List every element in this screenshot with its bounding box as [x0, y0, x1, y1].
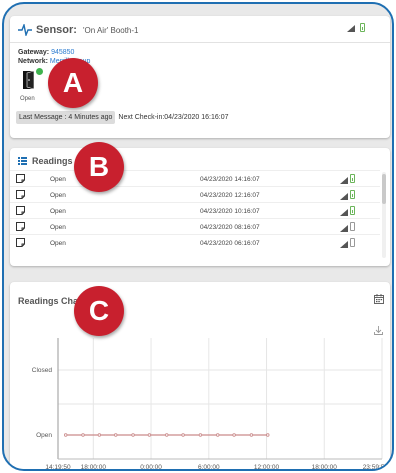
battery-icon: [350, 206, 355, 215]
x-tick-label: 18:00:00: [81, 464, 107, 471]
readings-header: Readings: [18, 156, 73, 166]
reading-row[interactable]: Open 04/23/2020 14:16:07: [10, 170, 380, 186]
signal-icon: [340, 193, 348, 200]
reading-status: Open: [50, 240, 66, 247]
data-point: [131, 433, 135, 437]
x-tick-label: 6:00:00: [198, 464, 220, 471]
data-point: [216, 433, 220, 437]
data-point: [249, 433, 254, 437]
signal-icon: [347, 25, 355, 32]
message-row: Last Message : 4 Minutes ago Next Check-…: [16, 111, 229, 124]
battery-icon: [350, 174, 355, 183]
reading-status: Open: [50, 224, 66, 231]
pulse-icon: [18, 24, 32, 36]
y-tick-label: Open: [36, 432, 52, 439]
data-point: [97, 433, 102, 437]
x-tick-label: 0:00:00: [140, 464, 162, 471]
x-tick-label: 12:00:00: [254, 464, 280, 471]
reading-time: 04/23/2020 14:16:07: [200, 176, 260, 183]
data-point: [266, 433, 270, 437]
status-dot: [36, 68, 43, 75]
network-label: Network:: [18, 58, 48, 65]
marker-a: A: [48, 58, 98, 108]
signal-icon: [340, 241, 348, 248]
last-message: Last Message : 4 Minutes ago: [16, 111, 116, 124]
app-frame: Sensor: 'On Air' Booth-1 Gateway: 945850…: [2, 2, 394, 471]
data-point: [165, 433, 169, 437]
x-tick-label: 18:00:00: [312, 464, 338, 471]
data-point: [147, 433, 152, 437]
reading-row[interactable]: Open 04/23/2020 12:16:07: [10, 186, 380, 202]
chart-card: Readings Chart Closed Open 14:19:50 18:00:0…: [10, 282, 390, 471]
reading-status: Open: [50, 176, 66, 183]
sensor-header: Sensor: 'On Air' Booth-1: [18, 24, 139, 36]
scrollbar-thumb[interactable]: [382, 174, 386, 204]
readings-title: Readings: [32, 156, 73, 166]
readings-scrollbar[interactable]: [382, 172, 386, 258]
y-tick-label: Closed: [32, 367, 53, 374]
readings-list: Open 04/23/2020 14:16:07 Open 04/23/2020 12…: [10, 170, 380, 250]
reading-status: Open: [50, 208, 66, 215]
sensor-name: 'On Air' Booth-1: [82, 25, 139, 35]
reading-row[interactable]: Open 04/23/2020 06:16:07: [10, 234, 380, 250]
signal-icon: [340, 225, 348, 232]
x-tick-label: 23:59:59: [363, 464, 389, 471]
sensor-label: Sensor:: [36, 24, 77, 36]
note-icon[interactable]: [16, 190, 25, 199]
reading-row[interactable]: Open 04/23/2020 08:16:07: [10, 218, 380, 234]
data-point: [232, 433, 236, 437]
door-icon: [23, 70, 35, 90]
reading-time: 04/23/2020 06:16:07: [200, 240, 260, 247]
reading-row[interactable]: Open 04/23/2020 10:16:07: [10, 202, 380, 218]
note-icon[interactable]: [16, 174, 25, 183]
battery-icon: [350, 238, 355, 247]
note-icon[interactable]: [16, 206, 25, 215]
data-point: [63, 433, 68, 437]
note-icon[interactable]: [16, 238, 25, 247]
reading-time: 04/23/2020 12:16:07: [200, 192, 260, 199]
gateway-line: Gateway: 945850: [18, 49, 74, 56]
data-point: [198, 433, 203, 437]
reading-time: 04/23/2020 10:16:07: [200, 208, 260, 215]
battery-icon: [350, 190, 355, 199]
gateway-link[interactable]: 945850: [51, 49, 74, 56]
x-tick-label: 14:19:50: [45, 464, 71, 471]
data-point: [181, 433, 185, 437]
reading-time: 04/23/2020 08:16:07: [200, 224, 260, 231]
next-checkin: Next Check-in:04/23/2020 16:16:07: [118, 114, 229, 121]
data-point: [81, 433, 85, 437]
readings-chart: Closed Open 14:19:50 18:00:00 0:00:00 6:00:00…: [32, 338, 389, 471]
marker-c: C: [74, 286, 124, 336]
reading-status: Open: [50, 192, 66, 199]
battery-icon: [350, 222, 355, 231]
gateway-label: Gateway:: [18, 49, 50, 56]
data-point: [114, 433, 118, 437]
list-icon: [18, 157, 27, 165]
note-icon[interactable]: [16, 222, 25, 231]
header-divider: [10, 42, 390, 43]
signal-icon: [340, 209, 348, 216]
signal-icon: [340, 177, 348, 184]
readings-card: Readings Open 04/23/2020 14:16:07 Open 04/2…: [10, 148, 390, 266]
sensor-state: Open: [20, 96, 35, 102]
marker-b: B: [74, 142, 124, 192]
battery-icon: [360, 23, 365, 32]
